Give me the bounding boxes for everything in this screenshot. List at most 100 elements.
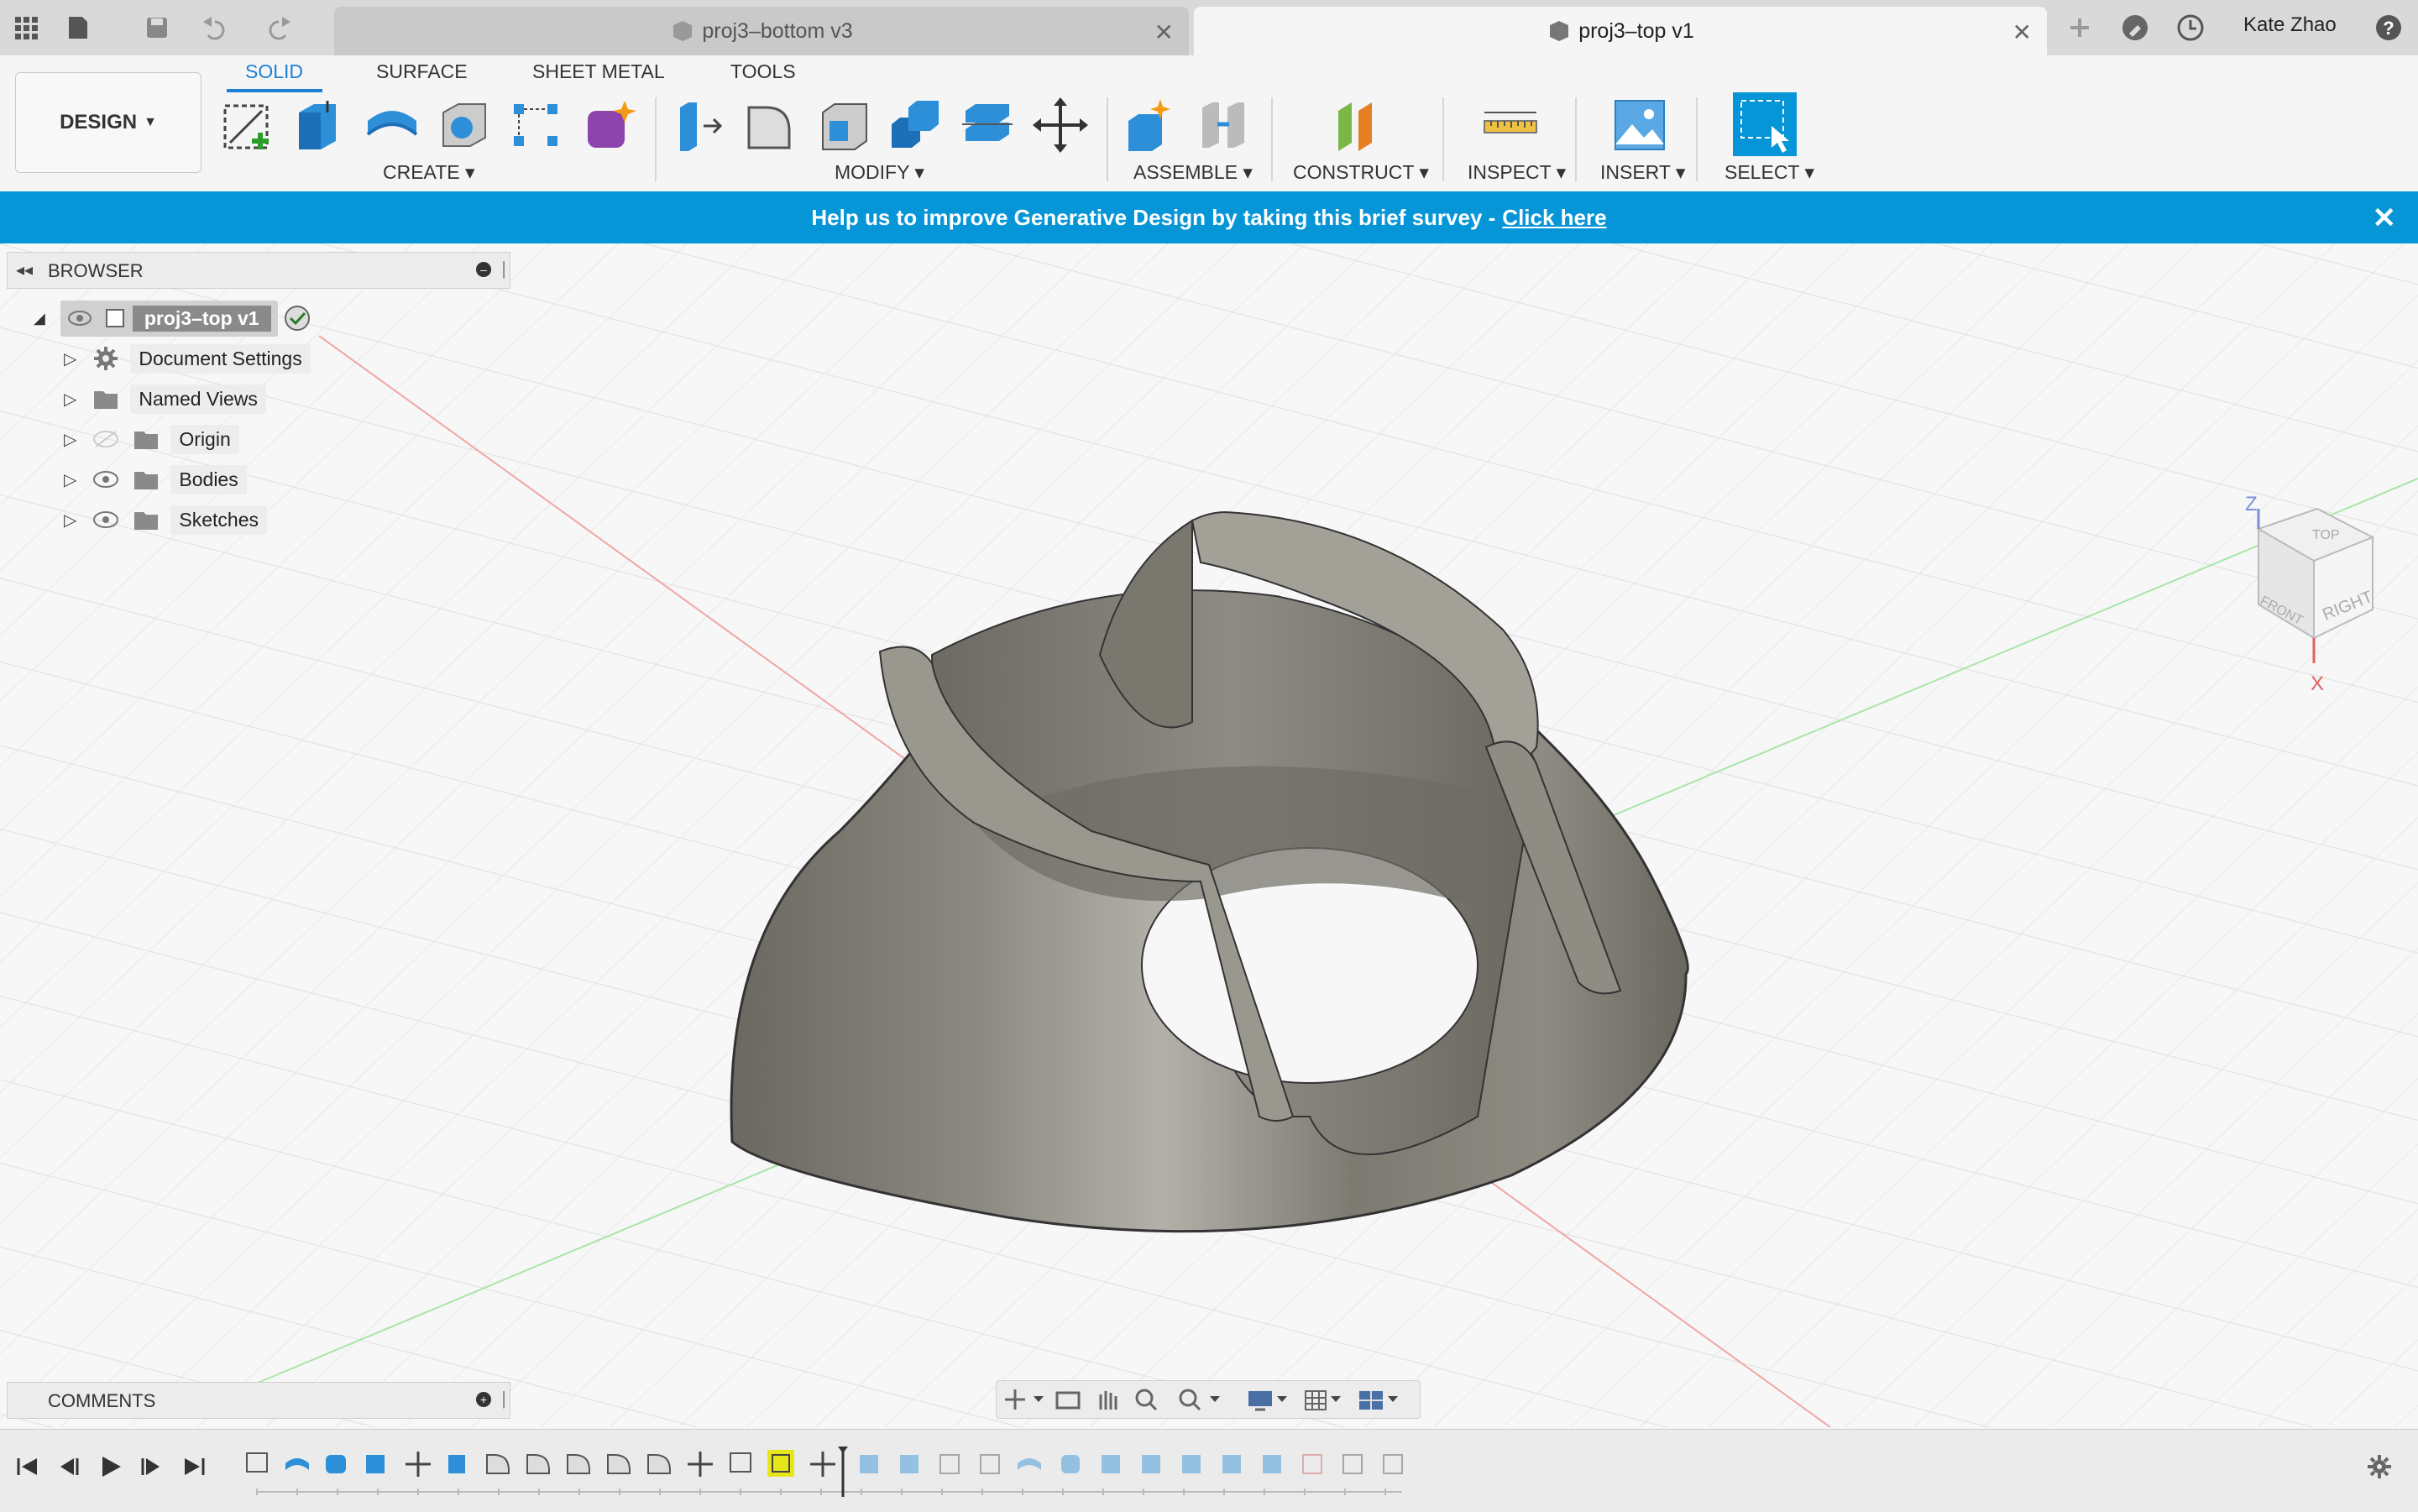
close-icon[interactable]: ✕ <box>2373 201 2397 235</box>
eye-icon[interactable] <box>92 509 120 531</box>
file-menu-icon[interactable] <box>65 12 97 44</box>
timeline-feature-fillet-icon[interactable] <box>526 1454 550 1474</box>
timeline-feature-move-icon[interactable] <box>406 1452 431 1477</box>
timeline-feature-extrude-icon[interactable] <box>448 1455 465 1473</box>
fillet-icon[interactable] <box>742 96 801 154</box>
timeline-feature-fillet-icon[interactable] <box>647 1454 671 1474</box>
timeline-feature-fillet-icon[interactable] <box>607 1454 631 1474</box>
display-settings-icon[interactable] <box>1248 1391 1287 1411</box>
expand-triangle-icon[interactable]: ▷ <box>64 469 76 490</box>
browser-panel-header[interactable]: ◂◂ BROWSER – | <box>7 252 510 289</box>
joint-icon[interactable] <box>1194 96 1253 154</box>
tab-proj3-top[interactable]: proj3–top v1 ✕ <box>1194 7 2047 55</box>
hole-icon[interactable] <box>435 96 494 154</box>
job-status-icon[interactable] <box>2175 12 2206 44</box>
create-form-icon[interactable] <box>579 96 638 154</box>
save-icon[interactable] <box>141 12 173 44</box>
timeline-feature-extrude-icon[interactable] <box>366 1455 385 1473</box>
expand-triangle-icon[interactable]: ▷ <box>64 510 76 531</box>
undo-icon[interactable] <box>198 12 230 44</box>
viewcube-top-label[interactable]: TOP <box>2312 528 2340 542</box>
timeline-feature-sketch-icon[interactable] <box>246 1452 268 1473</box>
revolve-icon[interactable] <box>363 96 421 154</box>
timeline-feature-body-icon[interactable] <box>326 1455 346 1473</box>
press-pull-icon[interactable] <box>670 96 729 154</box>
group-modify[interactable]: MODIFY ▾ <box>835 161 924 184</box>
viewports-icon[interactable] <box>1359 1391 1398 1410</box>
fit-zoom-icon[interactable] <box>1179 1389 1220 1411</box>
tab-proj3-bottom[interactable]: proj3–bottom v3 ✕ <box>334 7 1189 55</box>
tab-sheet-metal[interactable]: SHEET METAL <box>532 60 665 83</box>
expand-triangle-icon[interactable]: ▷ <box>64 429 76 450</box>
collapse-panel-icon[interactable]: ◂◂ <box>16 259 33 280</box>
shell-icon[interactable] <box>814 96 873 154</box>
browser-item-origin[interactable]: ▷ Origin <box>64 423 239 455</box>
new-component-icon[interactable] <box>1122 96 1180 154</box>
model-canvas[interactable]: TOP FRONT RIGHT Z X <box>0 243 2418 1427</box>
go-to-start-icon[interactable] <box>13 1453 40 1480</box>
play-icon[interactable] <box>97 1453 124 1480</box>
canvas-viewport[interactable]: TOP FRONT RIGHT Z X <box>0 243 2418 1427</box>
redo-icon[interactable] <box>267 12 299 44</box>
insert-image-icon[interactable] <box>1610 96 1669 154</box>
tab-tools[interactable]: TOOLS <box>730 60 796 83</box>
user-name[interactable]: Kate Zhao <box>2243 13 2337 37</box>
timeline-feature-fillet-icon[interactable] <box>567 1454 590 1474</box>
tab-surface[interactable]: SURFACE <box>376 60 468 83</box>
close-icon[interactable]: ✕ <box>1154 18 1174 46</box>
step-back-icon[interactable] <box>55 1453 82 1480</box>
timeline-feature-move-icon[interactable] <box>688 1452 713 1477</box>
add-comment-icon[interactable]: + <box>476 1392 491 1407</box>
root-node-label[interactable]: proj3–top v1 <box>132 305 271 332</box>
panel-resize-handle[interactable]: | <box>501 1388 506 1410</box>
new-tab-icon[interactable] <box>2064 12 2096 44</box>
browser-item-bodies[interactable]: ▷ Bodies <box>64 463 247 495</box>
extrude-icon[interactable] <box>290 96 349 154</box>
workspace-switcher[interactable]: DESIGN ▼ <box>15 72 202 173</box>
group-inspect[interactable]: INSPECT ▾ <box>1468 161 1566 184</box>
root-node-box[interactable]: proj3–top v1 <box>60 300 278 337</box>
combine-icon[interactable] <box>887 96 945 154</box>
panel-resize-handle[interactable]: | <box>501 258 506 280</box>
eye-icon[interactable] <box>92 468 120 490</box>
timeline-feature-sketch-icon[interactable] <box>730 1452 751 1473</box>
help-icon[interactable]: ? <box>2373 12 2405 44</box>
browser-item-document-settings[interactable]: ▷ Document Settings <box>64 343 311 374</box>
go-to-end-icon[interactable] <box>181 1453 208 1480</box>
create-sketch-icon[interactable] <box>220 96 279 154</box>
banner-link[interactable]: Click here <box>1502 205 1606 231</box>
pattern-icon[interactable] <box>507 96 566 154</box>
browser-item-named-views[interactable]: ▷ Named Views <box>64 383 266 415</box>
grid-settings-icon[interactable] <box>1305 1390 1341 1410</box>
browser-root-node[interactable]: ◢ proj3–top v1 <box>34 300 311 337</box>
offset-plane-icon[interactable] <box>1328 96 1387 154</box>
timeline-settings-gear-icon[interactable] <box>2366 1453 2393 1480</box>
apps-grid-icon[interactable] <box>10 12 42 44</box>
hidden-eye-icon[interactable] <box>92 428 120 450</box>
eye-icon[interactable] <box>67 309 92 327</box>
look-at-icon[interactable] <box>1055 1391 1081 1410</box>
pin-icon[interactable]: – <box>476 262 491 277</box>
expand-triangle-icon[interactable]: ▷ <box>64 348 76 369</box>
pan-icon[interactable] <box>1099 1391 1117 1410</box>
move-icon[interactable] <box>1031 96 1090 154</box>
group-insert[interactable]: INSERT ▾ <box>1600 161 1685 184</box>
split-body-icon[interactable] <box>959 96 1018 154</box>
orbit-icon[interactable] <box>1005 1389 1044 1410</box>
comments-panel-header[interactable]: COMMENTS + | <box>7 1382 510 1419</box>
expand-triangle-icon[interactable]: ▷ <box>64 389 76 410</box>
timeline-feature-move-icon[interactable] <box>810 1452 835 1477</box>
extensions-icon[interactable] <box>2119 12 2151 44</box>
step-forward-icon[interactable] <box>138 1453 165 1480</box>
close-icon[interactable]: ✕ <box>2012 18 2032 46</box>
select-tool[interactable] <box>1733 92 1797 156</box>
timeline-feature-sketch-active-icon[interactable] <box>767 1450 794 1477</box>
group-construct[interactable]: CONSTRUCT ▾ <box>1293 161 1429 184</box>
tab-solid[interactable]: SOLID <box>245 60 303 83</box>
timeline-feature-fillet-icon[interactable] <box>486 1454 510 1474</box>
timeline-feature-revolve-icon[interactable] <box>285 1458 309 1470</box>
browser-item-sketches[interactable]: ▷ Sketches <box>64 504 267 536</box>
group-assemble[interactable]: ASSEMBLE ▾ <box>1133 161 1253 184</box>
zoom-icon[interactable] <box>1135 1389 1158 1411</box>
measure-icon[interactable] <box>1481 96 1540 154</box>
